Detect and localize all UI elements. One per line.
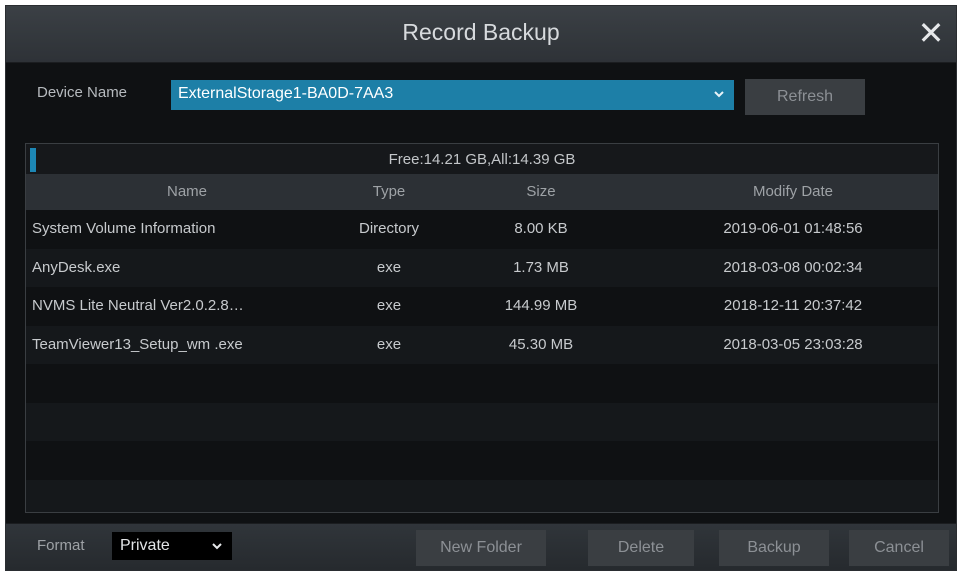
format-label: Format (37, 537, 85, 554)
cancel-button[interactable]: Cancel (849, 530, 949, 566)
refresh-button[interactable]: Refresh (745, 79, 865, 115)
empty-row (26, 364, 938, 403)
file-list-panel: Free:14.21 GB,All:14.39 GB Name Type Siz… (25, 143, 939, 513)
cell-date: 2018-03-05 23:03:28 (723, 335, 863, 353)
dialog-title: Record Backup (402, 19, 560, 45)
column-header-type[interactable]: Type (344, 183, 434, 200)
empty-row (26, 402, 938, 441)
device-name-value: ExternalStorage1-BA0D-7AA3 (178, 85, 394, 102)
cell-type: exe (376, 258, 402, 276)
cell-name: System Volume Information (32, 220, 216, 237)
column-header-size[interactable]: Size (476, 183, 606, 200)
cell-type: Directory (358, 220, 419, 237)
record-backup-dialog: Record Backup ✕ Device Name ExternalStor… (5, 5, 957, 571)
cell-type: exe (376, 297, 402, 314)
bottom-bar: Format Private New Folder Delete Backup … (6, 523, 956, 570)
capacity-text: Free:14.21 GB,All:14.39 GB (388, 151, 576, 168)
close-icon[interactable]: ✕ (916, 17, 946, 49)
table-body: System Volume Information Directory 8.00… (26, 210, 938, 512)
backup-button[interactable]: Backup (719, 530, 829, 566)
cell-size: 45.30 MB (508, 335, 574, 353)
format-value: Private (120, 537, 170, 554)
cell-type: exe (376, 335, 402, 353)
column-header-date[interactable]: Modify Date (688, 183, 898, 200)
title-bar: Record Backup ✕ (6, 6, 956, 63)
cell-size: 1.73 MB (513, 258, 569, 276)
table-header: Name Type Size Modify Date (26, 174, 938, 210)
cell-date: 2018-12-11 20:37:42 (723, 297, 863, 314)
cell-date: 2019-06-01 01:48:56 (723, 220, 863, 237)
chevron-down-icon (212, 543, 222, 550)
capacity-bar: Free:14.21 GB,All:14.39 GB (26, 144, 938, 174)
chevron-down-icon (714, 91, 724, 98)
table-row[interactable]: AnyDesk.exe exe 1.73 MB 2018-03-08 00:02… (26, 248, 938, 287)
device-name-label: Device Name (37, 84, 128, 101)
cell-name: NVMS Lite Neutral Ver2.0.2.8… (32, 297, 244, 314)
format-select[interactable]: Private (112, 532, 232, 560)
delete-button[interactable]: Delete (588, 530, 694, 566)
table-row[interactable]: TeamViewer13_Setup_wm .exe exe 45.30 MB … (26, 325, 938, 364)
empty-row (26, 479, 938, 512)
cell-size: 144.99 MB (504, 297, 578, 314)
cell-name: AnyDesk.exe (32, 258, 121, 276)
cell-name: TeamViewer13_Setup_wm .exe (32, 335, 243, 353)
table-row[interactable]: NVMS Lite Neutral Ver2.0.2.8… exe 144.99… (26, 287, 938, 326)
column-header-name[interactable]: Name (32, 183, 342, 200)
cell-date: 2018-03-08 00:02:34 (723, 258, 863, 276)
device-name-select[interactable]: ExternalStorage1-BA0D-7AA3 (171, 80, 734, 110)
empty-row (26, 441, 938, 480)
cell-size: 8.00 KB (514, 220, 568, 237)
table-row[interactable]: System Volume Information Directory 8.00… (26, 210, 938, 249)
new-folder-button[interactable]: New Folder (416, 530, 546, 566)
